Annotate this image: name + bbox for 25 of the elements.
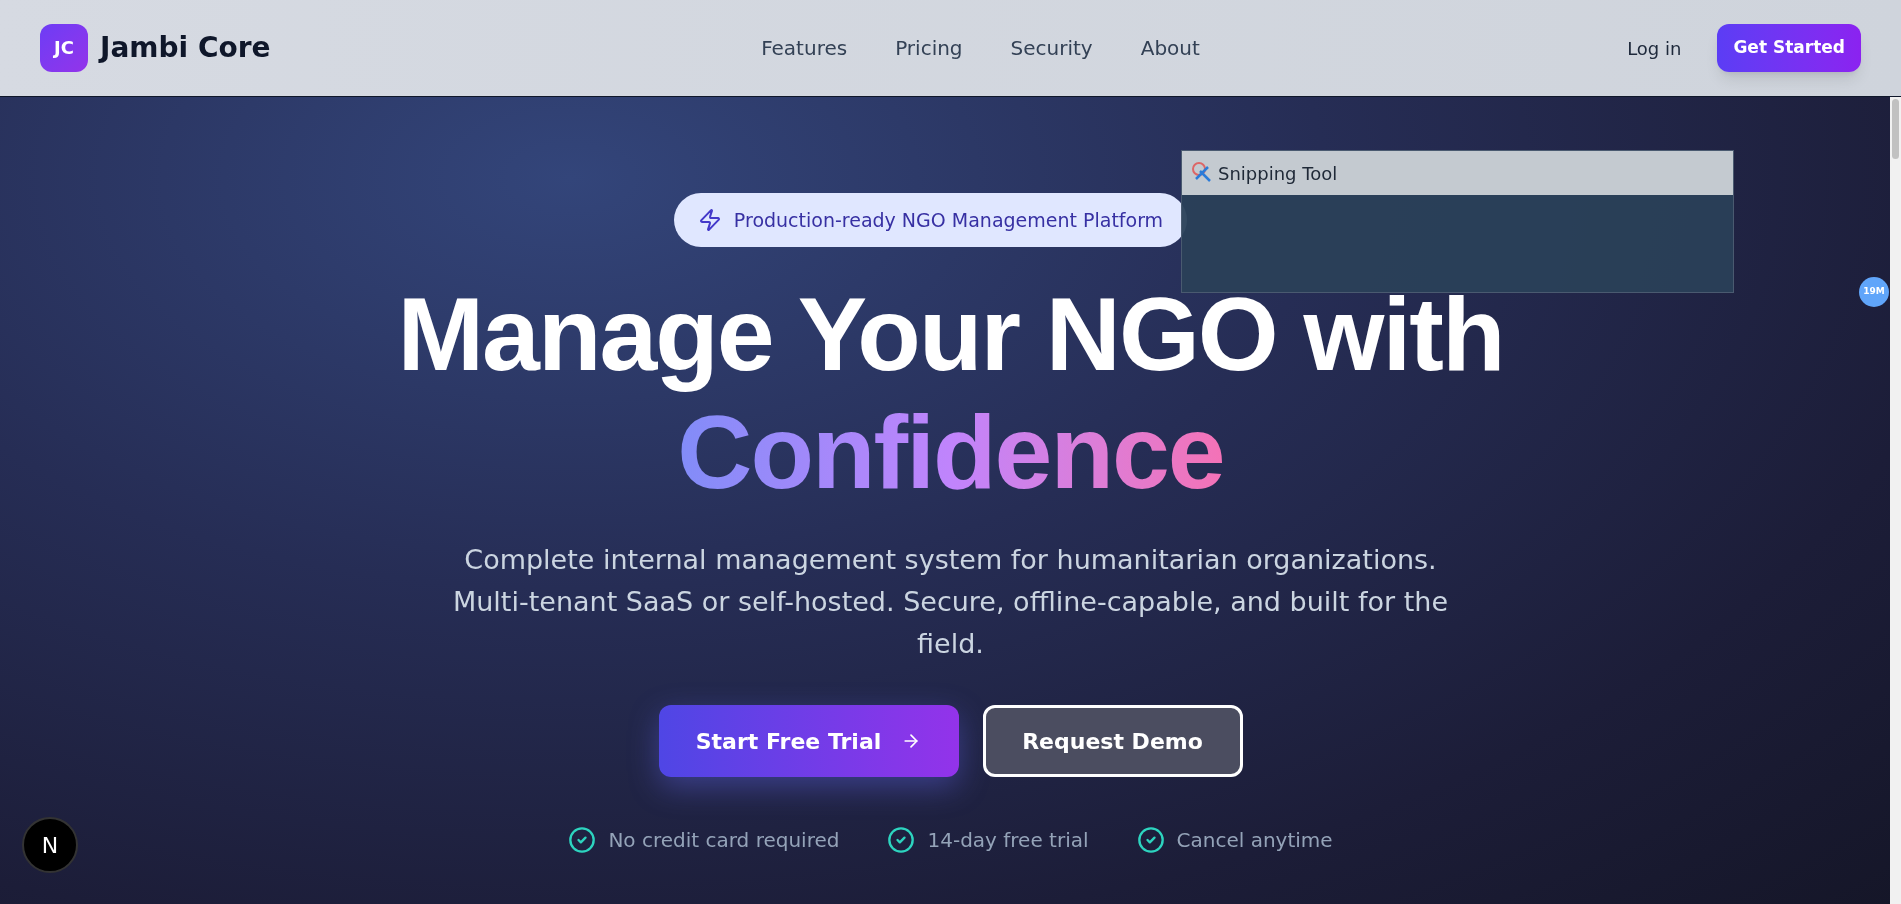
size-badge: 19M: [1859, 277, 1889, 307]
nav-link[interactable]: About: [1140, 33, 1200, 63]
lightning-icon: [697, 208, 722, 232]
login-link[interactable]: Log in: [1627, 34, 1682, 62]
window-title: Snipping Tool: [1218, 161, 1338, 186]
nav-link[interactable]: Pricing: [895, 33, 963, 63]
headline: Manage Your NGO with: [397, 275, 1504, 393]
check-icon: [887, 826, 916, 854]
start-trial-button[interactable]: Start Free Trial: [658, 705, 959, 777]
scrollbar[interactable]: [1890, 97, 1901, 904]
get-started-button[interactable]: Get Started: [1717, 24, 1861, 72]
feature-note: Cancel anytime: [1176, 827, 1333, 854]
hero-description: Complete internal management system for humanitarian organizations. Multi-tenant SaaS or self-hosted. Secure, offline-capable, and built for the field.: [451, 543, 1450, 661]
nav-link[interactable]: Features: [761, 33, 848, 63]
feature-note: No credit card required: [608, 827, 840, 854]
check-icon: [1136, 826, 1165, 854]
check-icon: [568, 826, 597, 854]
brand-name: Jambi Core: [100, 30, 271, 66]
nav-link[interactable]: Security: [1010, 33, 1093, 63]
logo-mark: JC: [40, 24, 88, 72]
badge-text: Production-ready NGO Management Platform: [733, 207, 1164, 233]
feature-note: 14-day free trial: [927, 827, 1089, 854]
dev-tools-button[interactable]: N: [22, 817, 78, 873]
scrollbar-thumb[interactable]: [1892, 99, 1899, 159]
request-demo-button[interactable]: Request Demo: [982, 705, 1243, 777]
